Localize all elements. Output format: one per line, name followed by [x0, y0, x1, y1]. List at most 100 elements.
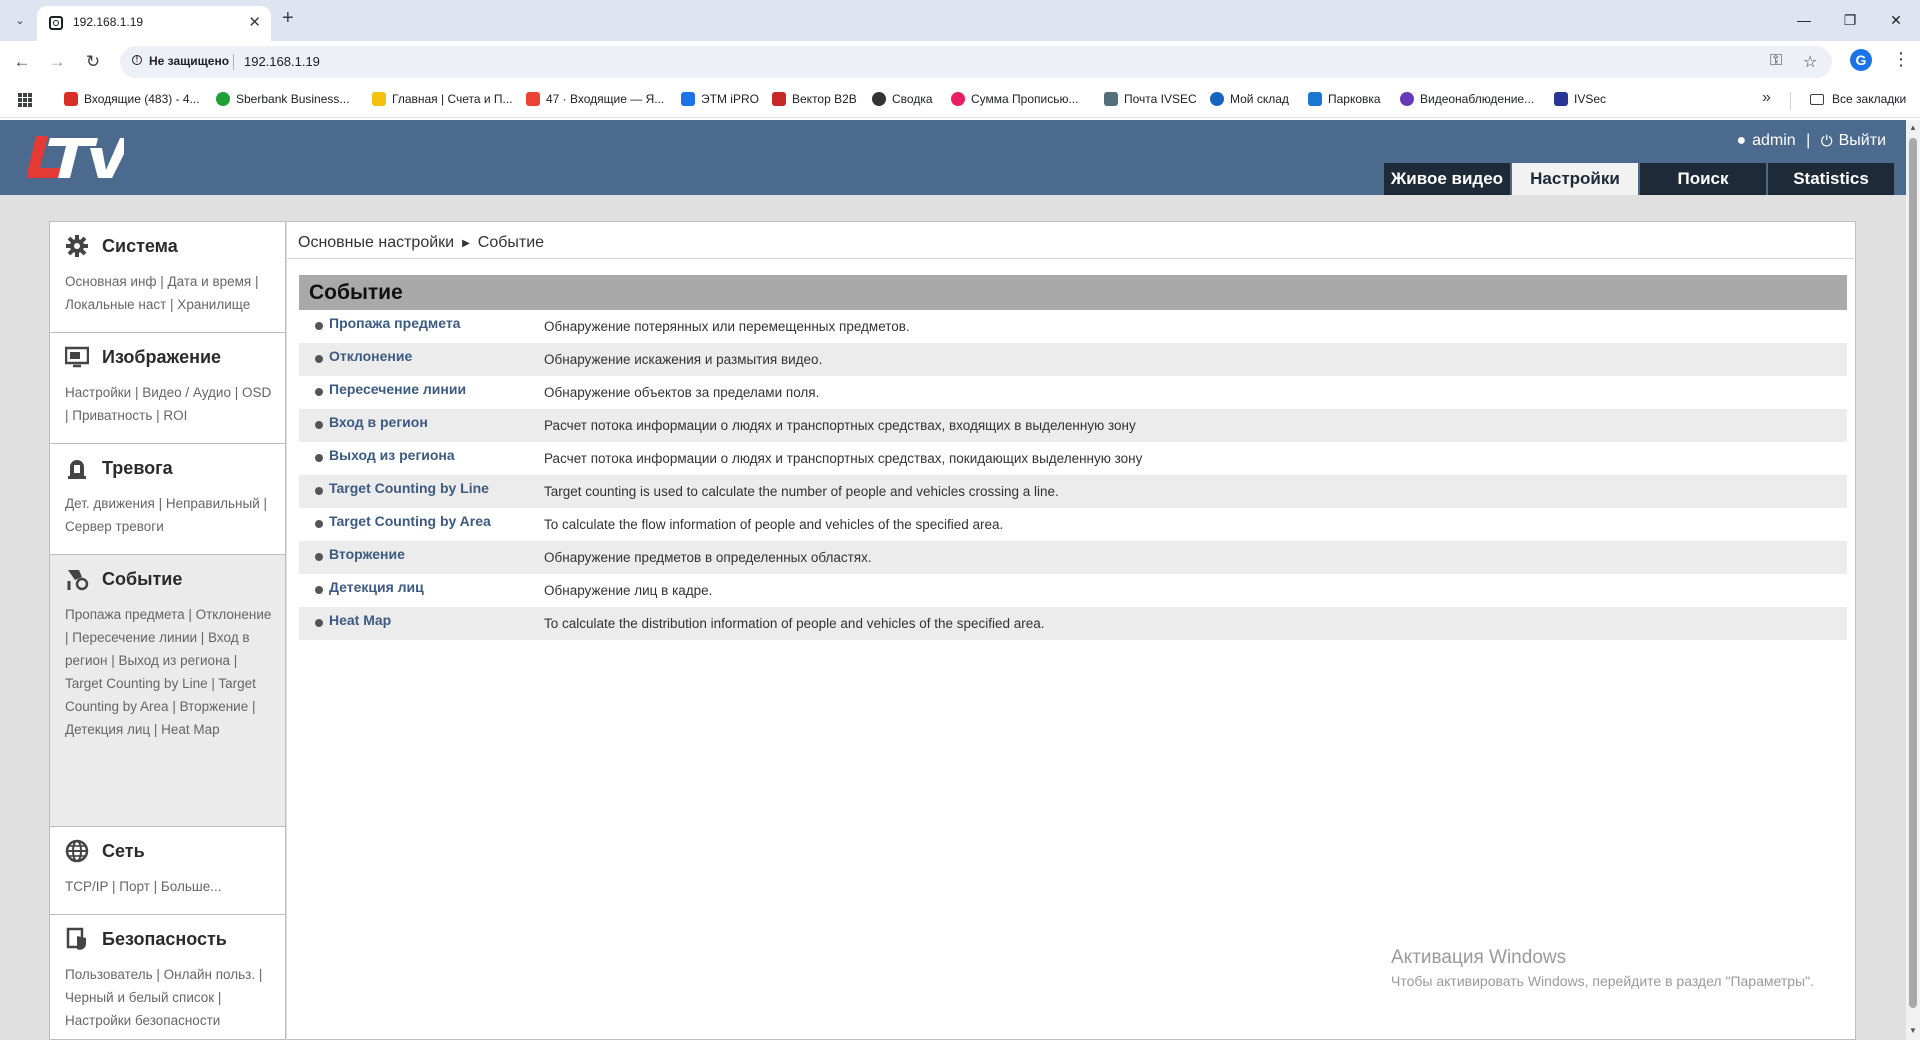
close-tab-icon[interactable]: ✕	[248, 13, 261, 31]
bookmark-item[interactable]: Входящие (483) - 4...	[64, 92, 200, 106]
yandex-mail-icon	[526, 92, 540, 106]
sidebar-links-network[interactable]: TCP/IP | Порт | Больше...	[65, 875, 277, 898]
page-scrollbar[interactable]: ▲ ▼	[1906, 120, 1920, 1040]
sidebar-title-network[interactable]: Сеть	[102, 841, 145, 862]
new-tab-plus-icon[interactable]: +	[282, 7, 294, 30]
tab-live-video[interactable]: Живое видео	[1384, 163, 1510, 195]
tab-statistics[interactable]: Statistics	[1768, 163, 1894, 195]
bookmark-item[interactable]: 47 · Входящие — Я...	[526, 92, 664, 106]
gear-icon	[66, 235, 88, 257]
bookmark-star-icon[interactable]: ☆	[1803, 52, 1817, 72]
bookmark-item[interactable]: Почта IVSEC	[1104, 92, 1197, 106]
not-secure-warning-icon[interactable]: !	[132, 55, 142, 65]
monitor-icon	[65, 346, 89, 368]
bullet-icon	[315, 388, 323, 396]
sidebar-links-system[interactable]: Основная инф | Дата и время | Локальные …	[65, 270, 277, 316]
back-arrow-icon[interactable]: ←	[9, 49, 35, 75]
reload-icon[interactable]: ↻	[80, 49, 106, 75]
restore-icon[interactable]: ❐	[1830, 7, 1870, 33]
event-link-intrusion[interactable]: Вторжение	[329, 546, 405, 562]
all-bookmarks-button[interactable]: Все закладки	[1810, 92, 1906, 106]
breadcrumb-root[interactable]: Основные настройки	[298, 234, 454, 252]
event-description: Обнаружение предметов в определенных обл…	[544, 550, 872, 565]
bookmarks-bar: Входящие (483) - 4... Sberbank Business.…	[0, 83, 1920, 118]
event-row: Пропажа предмета Обнаружение потерянных …	[299, 310, 1847, 343]
bookmark-item[interactable]: Сумма Прописью...	[951, 92, 1078, 106]
logout-link[interactable]: Выйти	[1839, 132, 1886, 150]
browser-tab-bar: ⌄ 192.168.1.19 ✕ + — ❐ ✕	[0, 0, 1920, 41]
sidebar-links-alarm[interactable]: Дет. движения | Неправильный | Сервер тр…	[65, 492, 277, 538]
event-link-object-removal[interactable]: Пропажа предмета	[329, 315, 460, 331]
tab-settings[interactable]: Настройки	[1512, 163, 1638, 195]
event-link-line-crossing[interactable]: Пересечение линии	[329, 381, 466, 397]
username[interactable]: admin	[1752, 132, 1796, 150]
sidebar-links-event[interactable]: Пропажа предмета | Отклонение | Пересече…	[65, 603, 277, 741]
breadcrumb-arrow-icon: ▶	[462, 237, 470, 249]
event-link-exception[interactable]: Отклонение	[329, 348, 412, 364]
event-link-target-counting-line[interactable]: Target Counting by Line	[329, 480, 489, 496]
sidebar-section-image: Изображение Настройки | Видео / Аудио | …	[50, 333, 285, 444]
event-link-heat-map[interactable]: Heat Map	[329, 612, 391, 628]
user-area: ● admin | ⏻ Выйти	[1736, 132, 1886, 150]
event-link-region-entrance[interactable]: Вход в регион	[329, 414, 428, 430]
browser-menu-icon[interactable]: ⋮	[1892, 49, 1910, 70]
sidebar-title-system[interactable]: Система	[102, 236, 178, 257]
event-row: Пересечение линии Обнаружение объектов з…	[299, 376, 1847, 409]
main-nav-tabs: Живое видео Настройки Поиск Statistics	[1382, 163, 1894, 195]
tochka-icon	[372, 92, 386, 106]
url-text[interactable]: 192.168.1.19	[244, 54, 320, 69]
sidebar-title-security[interactable]: Безопасность	[102, 929, 227, 950]
bookmark-item[interactable]: Sberbank Business...	[216, 92, 349, 106]
scroll-up-arrow-icon[interactable]: ▲	[1909, 123, 1917, 132]
parking-icon	[1308, 92, 1322, 106]
apps-grid-icon[interactable]	[18, 93, 32, 107]
event-row: Вход в регион Расчет потока информации о…	[299, 409, 1847, 442]
sidebar-title-alarm[interactable]: Тревога	[102, 458, 173, 479]
ivsec-icon	[1554, 92, 1568, 106]
bookmark-item[interactable]: Видеонаблюдение...	[1400, 92, 1534, 106]
event-description: To calculate the flow information of peo…	[544, 517, 1004, 532]
event-description: Расчет потока информации о людях и транс…	[544, 451, 1143, 466]
security-chip[interactable]: Не защищено	[149, 54, 229, 68]
bookmark-item[interactable]: Сводка	[872, 92, 933, 106]
tab-search-chevron-icon[interactable]: ⌄	[8, 8, 32, 32]
more-bookmarks-chevron-icon[interactable]: »	[1762, 89, 1771, 107]
mail-ivsec-icon	[1104, 92, 1118, 106]
scrollbar-thumb[interactable]	[1909, 138, 1917, 1008]
minimize-icon[interactable]: —	[1784, 7, 1824, 33]
sidebar-links-security[interactable]: Пользователь | Онлайн польз. | Черный и …	[65, 963, 277, 1032]
sberbank-icon	[216, 92, 230, 106]
breadcrumb-current: Событие	[477, 234, 545, 251]
sidebar-title-event[interactable]: Событие	[102, 569, 182, 590]
tab-search[interactable]: Поиск	[1640, 163, 1766, 195]
user-icon: ●	[1736, 132, 1747, 149]
bookmark-item[interactable]: Парковка	[1308, 92, 1381, 106]
forward-arrow-icon[interactable]: →	[44, 49, 70, 75]
bullet-icon	[315, 355, 323, 363]
scroll-down-arrow-icon[interactable]: ▼	[1909, 1026, 1917, 1035]
address-bar[interactable]: ! Не защищено 192.168.1.19 ⚿ ☆	[120, 46, 1832, 78]
bookmarks-divider	[1790, 92, 1791, 110]
event-link-face-detection[interactable]: Детекция лиц	[329, 579, 424, 595]
sidebar-title-image[interactable]: Изображение	[102, 347, 221, 368]
browser-tab[interactable]: 192.168.1.19 ✕	[37, 6, 271, 41]
bookmark-item[interactable]: Главная | Счета и П...	[372, 92, 513, 106]
bookmark-item[interactable]: ЭТМ iPRO	[681, 92, 759, 106]
tab-title: 192.168.1.19	[73, 15, 144, 29]
omnibox-divider	[233, 54, 234, 70]
profile-avatar[interactable]: G	[1850, 49, 1872, 71]
bookmark-item[interactable]: IVSec	[1554, 92, 1606, 106]
event-icon	[67, 570, 89, 591]
event-link-region-exit[interactable]: Выход из региона	[329, 447, 455, 463]
sidebar-section-alarm: Тревога Дет. движения | Неправильный | С…	[50, 444, 285, 555]
windows-activation-watermark: Активация Windows Чтобы активировать Win…	[1391, 947, 1814, 989]
bullet-icon	[315, 421, 323, 429]
sidebar-links-image[interactable]: Настройки | Видео / Аудио | OSD | Приват…	[65, 381, 277, 427]
password-key-icon[interactable]: ⚿	[1770, 52, 1782, 70]
close-window-icon[interactable]: ✕	[1876, 7, 1916, 33]
event-list: Пропажа предмета Обнаружение потерянных …	[299, 310, 1847, 640]
power-icon[interactable]: ⏻	[1821, 133, 1833, 150]
event-link-target-counting-area[interactable]: Target Counting by Area	[329, 513, 491, 529]
bookmark-item[interactable]: Вектор B2B	[772, 92, 857, 106]
bookmark-item[interactable]: Мой склад	[1210, 92, 1289, 106]
